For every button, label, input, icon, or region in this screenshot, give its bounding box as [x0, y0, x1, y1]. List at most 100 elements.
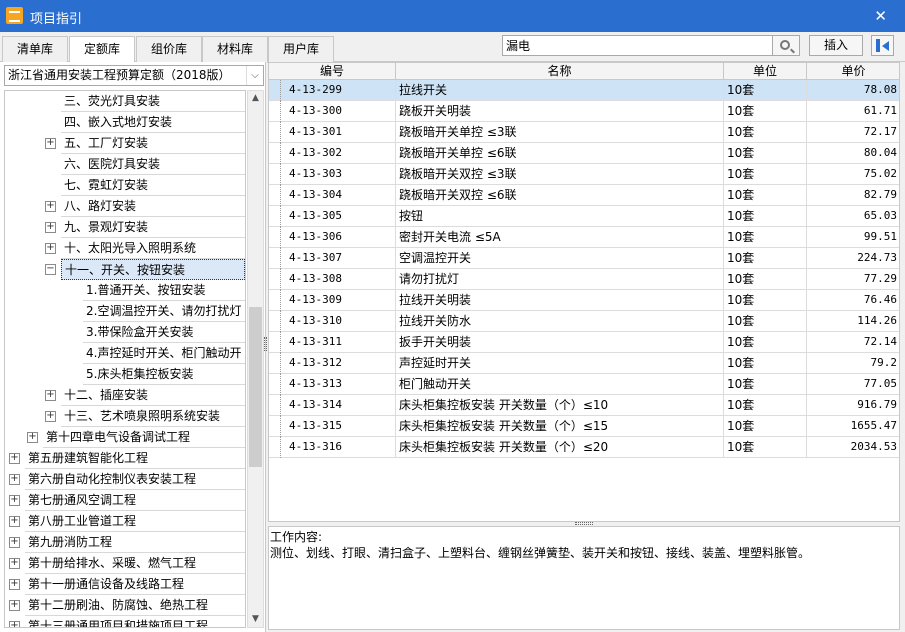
scroll-down-icon[interactable]: ▼ — [248, 612, 263, 627]
expand-icon[interactable]: + — [45, 222, 56, 233]
tree-item[interactable]: 3.带保险盒开关安装 — [83, 322, 245, 343]
tab-quota-library[interactable]: 定额库 — [69, 36, 135, 64]
col-header-code[interactable]: 编号 — [269, 63, 396, 80]
tree-item[interactable]: 第十二册刷油、防腐蚀、绝热工程 — [25, 595, 245, 616]
tree-item[interactable]: 1.普通开关、按钮安装 — [83, 280, 245, 301]
tree-item-label: 第十三册通用项目和措施项目工程 — [28, 619, 209, 628]
table-row[interactable]: 4-13-304 跷板暗开关双控 ≤6联 10套 82.79 — [269, 185, 899, 206]
table-row[interactable]: 4-13-302 跷板暗开关单控 ≤6联 10套 80.04 — [269, 143, 899, 164]
tree-item[interactable]: 第五册建筑智能化工程 — [25, 448, 245, 469]
table-row[interactable]: 4-13-309 拉线开关明装 10套 76.46 — [269, 290, 899, 311]
col-header-unit[interactable]: 单位 — [724, 63, 807, 80]
tree-item[interactable]: 三、荧光灯具安装 — [61, 91, 245, 112]
table-row[interactable]: 4-13-310 拉线开关防水 10套 114.26 — [269, 311, 899, 332]
quota-grid: 编号 名称 单位 单价 4-13-299 拉线开关 10套 78.08 4-13-300… — [268, 62, 900, 522]
cell-code: 4-13-305 — [285, 206, 396, 227]
col-header-price[interactable]: 单价 — [807, 63, 899, 80]
tree-item[interactable]: 第九册消防工程 — [25, 532, 245, 553]
expand-icon[interactable]: + — [45, 201, 56, 212]
table-row[interactable]: 4-13-299 拉线开关 10套 78.08 — [269, 80, 899, 101]
expand-icon[interactable]: + — [9, 600, 20, 611]
expand-icon[interactable]: + — [45, 390, 56, 401]
chevron-down-icon[interactable]: ⌵ — [246, 66, 263, 85]
table-row[interactable]: 4-13-316 床头柜集控板安装 开关数量（个）≤20 10套 2034.53 — [269, 437, 899, 458]
expand-icon[interactable]: + — [9, 474, 20, 485]
search-input[interactable] — [502, 35, 773, 56]
close-icon[interactable]: ✕ — [874, 7, 887, 25]
cell-name: 请勿打扰灯 — [396, 269, 724, 290]
tree-item[interactable]: 第十三册通用项目和措施项目工程 — [25, 616, 245, 628]
table-row[interactable]: 4-13-308 请勿打扰灯 10套 77.29 — [269, 269, 899, 290]
tree-item[interactable]: 八、路灯安装 — [61, 196, 245, 217]
tree-item[interactable]: 第七册通风空调工程 — [25, 490, 245, 511]
cell-unit: 10套 — [724, 80, 807, 101]
cell-unit: 10套 — [724, 185, 807, 206]
tree-item[interactable]: 第十四章电气设备调试工程 — [43, 427, 245, 448]
vertical-splitter[interactable] — [264, 337, 267, 351]
tree-item[interactable]: 第十册给排水、采暖、燃气工程 — [25, 553, 245, 574]
cell-price: 114.26 — [807, 311, 899, 332]
col-header-name[interactable]: 名称 — [396, 63, 724, 80]
table-row[interactable]: 4-13-314 床头柜集控板安装 开关数量（个）≤10 10套 916.79 — [269, 395, 899, 416]
tree-item[interactable]: 五、工厂灯安装 — [61, 133, 245, 154]
cell-name: 跷板暗开关双控 ≤3联 — [396, 164, 724, 185]
tree-item-label: 1.普通开关、按钮安装 — [86, 283, 206, 297]
library-select[interactable]: 浙江省通用安装工程预算定额（2018版） ⌵ — [4, 65, 264, 86]
search-button[interactable] — [773, 35, 800, 56]
grid-header: 编号 名称 单位 单价 — [269, 63, 899, 80]
collapse-icon[interactable]: − — [45, 264, 56, 275]
table-row[interactable]: 4-13-315 床头柜集控板安装 开关数量（个）≤15 10套 1655.47 — [269, 416, 899, 437]
expand-icon[interactable]: + — [9, 516, 20, 527]
tree-item[interactable]: 九、景观灯安装 — [61, 217, 245, 238]
tree-item[interactable]: 4.声控延时开关、柜门触动开 — [83, 343, 245, 364]
tab-user-library[interactable]: 用户库 — [268, 36, 334, 63]
expand-icon[interactable]: + — [9, 621, 20, 627]
scroll-up-icon[interactable]: ▲ — [248, 91, 263, 106]
tree-item-label: 十一、开关、按钮安装 — [65, 263, 186, 277]
table-row[interactable]: 4-13-307 空调温控开关 10套 224.73 — [269, 248, 899, 269]
tab-material-library[interactable]: 材料库 — [202, 36, 268, 63]
table-row[interactable]: 4-13-300 跷板开关明装 10套 61.71 — [269, 101, 899, 122]
tree-item[interactable]: 第八册工业管道工程 — [25, 511, 245, 532]
tree-item[interactable]: 六、医院灯具安装 — [61, 154, 245, 175]
expand-icon[interactable]: + — [9, 558, 20, 569]
tree-item[interactable]: 2.空调温控开关、请勿打扰灯 — [83, 301, 245, 322]
library-tree-panel: 浙江省通用安装工程预算定额（2018版） ⌵ 三、荧光灯具安装 四、嵌入式地灯安装… — [0, 62, 266, 632]
insert-button[interactable]: 插入 — [809, 35, 863, 56]
cell-name: 扳手开关明装 — [396, 332, 724, 353]
expand-icon[interactable]: + — [9, 453, 20, 464]
table-row[interactable]: 4-13-305 按钮 10套 65.03 — [269, 206, 899, 227]
tree-item[interactable]: 七、霓虹灯安装 — [61, 175, 245, 196]
tab-bill-library[interactable]: 清单库 — [2, 36, 68, 63]
cell-code: 4-13-304 — [285, 185, 396, 206]
cell-name: 床头柜集控板安装 开关数量（个）≤15 — [396, 416, 724, 437]
tree-item[interactable]: 第十一册通信设备及线路工程 — [25, 574, 245, 595]
tree-item-label: 十三、艺术喷泉照明系统安装 — [64, 409, 221, 423]
table-row[interactable]: 4-13-311 扳手开关明装 10套 72.14 — [269, 332, 899, 353]
tree-scrollbar[interactable]: ▲ ▼ — [247, 90, 264, 628]
horizontal-splitter[interactable] — [575, 522, 593, 525]
expand-icon[interactable]: + — [45, 243, 56, 254]
expand-icon[interactable]: + — [45, 411, 56, 422]
scroll-thumb[interactable] — [249, 307, 262, 467]
exit-button[interactable] — [871, 35, 894, 56]
expand-icon[interactable]: + — [9, 537, 20, 548]
expand-icon[interactable]: + — [27, 432, 38, 443]
tree-item[interactable]: 5.床头柜集控板安装 — [83, 364, 245, 385]
table-row[interactable]: 4-13-313 柜门触动开关 10套 77.05 — [269, 374, 899, 395]
expand-icon[interactable]: + — [45, 138, 56, 149]
expand-icon[interactable]: + — [9, 579, 20, 590]
tab-pricing-library[interactable]: 组价库 — [136, 36, 202, 63]
tree-item[interactable]: 四、嵌入式地灯安装 — [61, 112, 245, 133]
tree-item[interactable]: 十、太阳光导入照明系统 — [61, 238, 245, 259]
tree-item[interactable]: 十二、插座安装 — [61, 385, 245, 406]
tree-item[interactable]: 十一、开关、按钮安装 — [61, 259, 245, 280]
tree-item[interactable]: 第六册自动化控制仪表安装工程 — [25, 469, 245, 490]
table-row[interactable]: 4-13-306 密封开关电流 ≤5A 10套 99.51 — [269, 227, 899, 248]
tree-item-label: 第十一册通信设备及线路工程 — [28, 577, 185, 591]
table-row[interactable]: 4-13-312 声控延时开关 10套 79.2 — [269, 353, 899, 374]
tree-item[interactable]: 十三、艺术喷泉照明系统安装 — [61, 406, 245, 427]
table-row[interactable]: 4-13-301 跷板暗开关单控 ≤3联 10套 72.17 — [269, 122, 899, 143]
expand-icon[interactable]: + — [9, 495, 20, 506]
table-row[interactable]: 4-13-303 跷板暗开关双控 ≤3联 10套 75.02 — [269, 164, 899, 185]
